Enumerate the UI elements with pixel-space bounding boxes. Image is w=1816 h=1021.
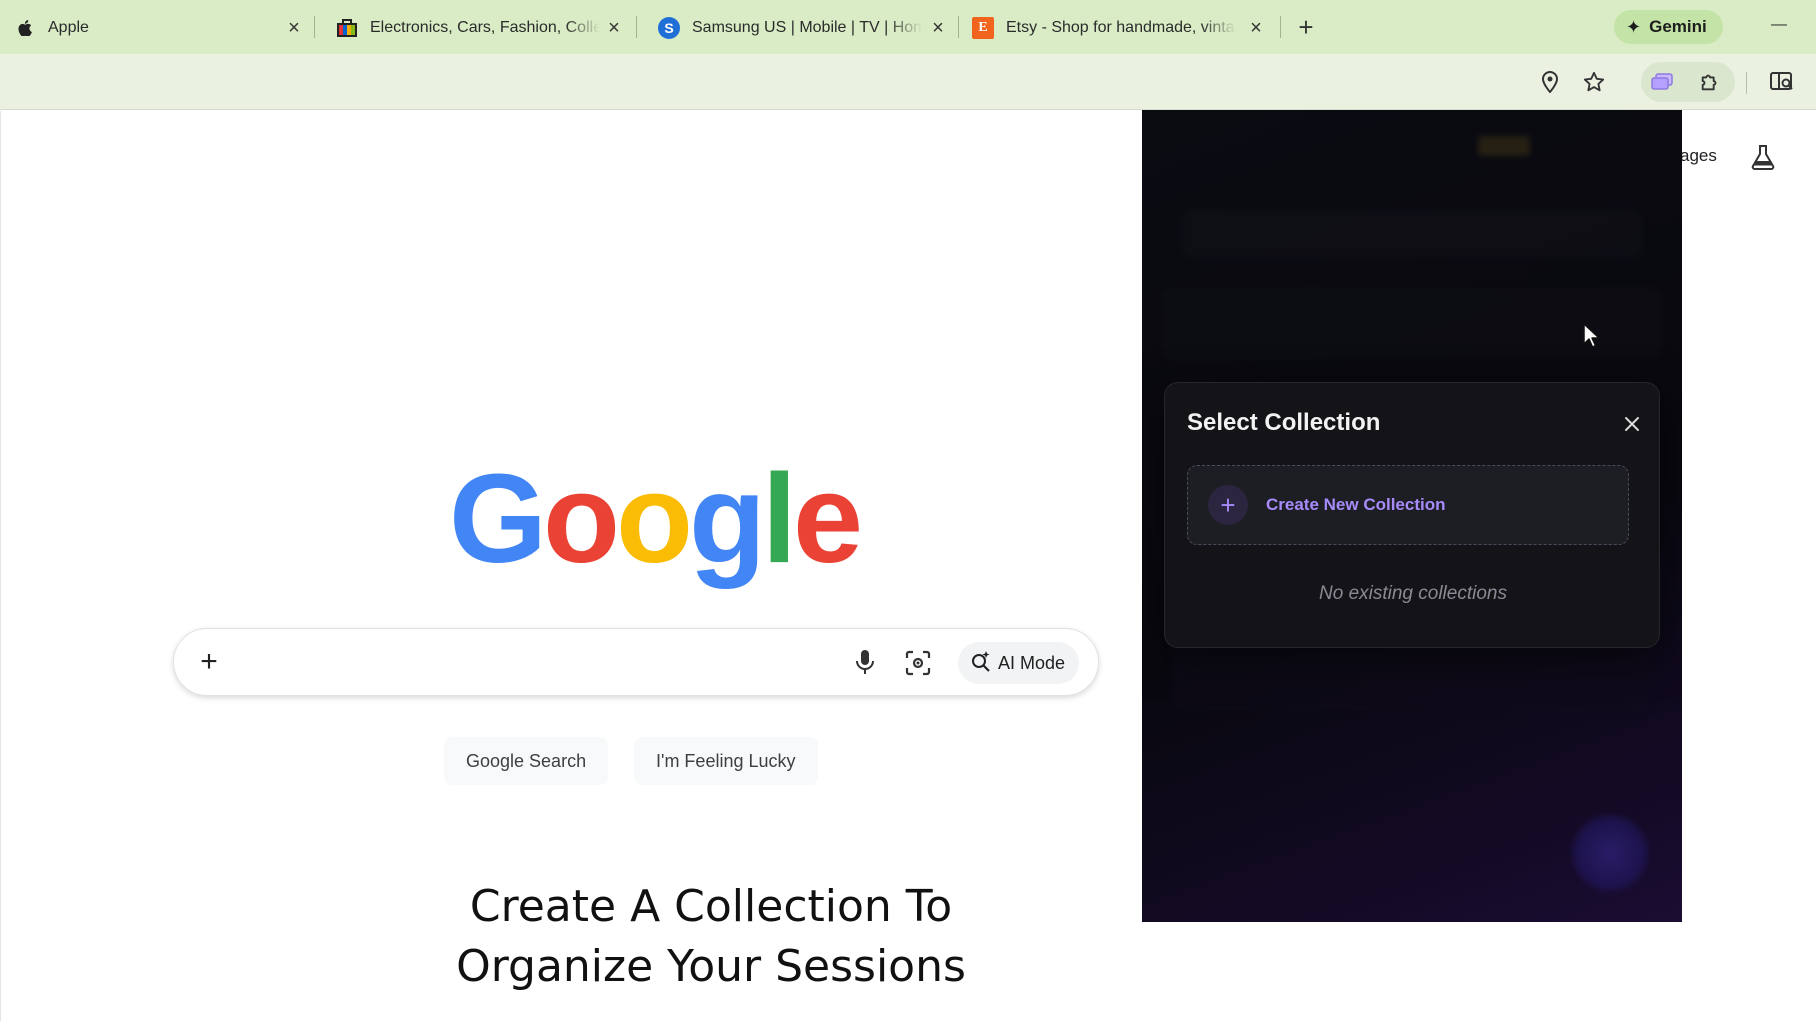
tab-title: Etsy - Shop for handmade, vintage, custo… xyxy=(1006,19,1236,36)
close-tab-icon[interactable]: × xyxy=(602,16,626,40)
ebay-bag-icon xyxy=(336,17,358,39)
blurred-badge xyxy=(1478,136,1530,156)
google-logo: Google xyxy=(449,448,863,589)
google-search-button[interactable]: Google Search xyxy=(444,737,609,785)
dialog-title: Select Collection xyxy=(1187,409,1381,436)
close-tab-icon[interactable]: × xyxy=(282,16,306,40)
tab-separator xyxy=(314,16,315,38)
gemini-spark-icon: ✦ xyxy=(1626,16,1642,37)
create-collection-label: Create New Collection xyxy=(1266,495,1446,514)
close-dialog-icon[interactable] xyxy=(1621,413,1643,435)
logo-letter: l xyxy=(761,448,797,589)
mouse-cursor-icon xyxy=(1582,322,1602,350)
tab-apple[interactable]: Apple × xyxy=(4,8,300,48)
caption-line-1: Create A Collection To xyxy=(469,881,953,932)
tab-title: Electronics, Cars, Fashion, Collectibles… xyxy=(370,19,600,36)
browser-toolbar xyxy=(0,54,1816,110)
caption-line-2: Organize Your Sessions xyxy=(456,941,966,992)
tab-samsung[interactable]: S Samsung US | Mobile | TV | Home Electr… xyxy=(648,8,944,48)
ai-search-sparkle-icon xyxy=(970,650,992,677)
location-pin-icon[interactable] xyxy=(1536,68,1564,96)
session-extension-icon[interactable] xyxy=(1648,68,1676,96)
add-attachment-icon[interactable]: + xyxy=(192,645,226,679)
create-new-collection-button[interactable]: + Create New Collection xyxy=(1187,465,1629,545)
tab-title: Apple xyxy=(48,19,89,36)
feeling-lucky-button[interactable]: I'm Feeling Lucky xyxy=(634,737,818,785)
close-tab-icon[interactable]: × xyxy=(926,16,950,40)
video-caption: Create A Collection To Organize Your Ses… xyxy=(411,877,1011,997)
images-link[interactable]: ages xyxy=(1680,146,1717,166)
blurred-search-field xyxy=(1182,210,1642,258)
tab-title: Samsung US | Mobile | TV | Home Electron… xyxy=(692,19,922,36)
ai-mode-button[interactable]: AI Mode xyxy=(958,642,1080,684)
logo-letter: e xyxy=(792,448,863,589)
extension-popup: Select Collection + Create New Collectio… xyxy=(1142,110,1682,922)
screen: Apple × Electronics, Cars, Fashion, Coll… xyxy=(0,0,1816,1021)
apple-logo-icon xyxy=(14,17,36,39)
logo-letter: o xyxy=(615,448,693,589)
close-tab-icon[interactable]: × xyxy=(1244,16,1268,40)
etsy-favicon-icon: E xyxy=(972,17,994,39)
new-tab-button[interactable]: + xyxy=(1291,12,1321,42)
bookmark-star-icon[interactable] xyxy=(1580,68,1608,96)
tab-etsy[interactable]: E Etsy - Shop for handmade, vintage, cus… xyxy=(962,8,1262,48)
minimize-window-icon[interactable]: — xyxy=(1768,14,1790,36)
toolbar-separator xyxy=(1746,72,1747,94)
logo-letter: o xyxy=(543,448,620,589)
blurred-session-row xyxy=(1172,640,1652,710)
microphone-icon[interactable] xyxy=(850,647,880,677)
puzzle-extensions-icon[interactable] xyxy=(1696,68,1724,96)
blurred-fab-button xyxy=(1572,815,1648,891)
tab-ebay[interactable]: Electronics, Cars, Fashion, Collectibles… xyxy=(326,8,620,48)
plus-icon: + xyxy=(1208,485,1248,525)
empty-collections-message: No existing collections xyxy=(1319,583,1507,604)
tab-separator xyxy=(1280,16,1281,38)
tab-strip: Apple × Electronics, Cars, Fashion, Coll… xyxy=(0,0,1816,54)
google-lens-camera-icon[interactable] xyxy=(902,647,934,679)
logo-letter: g xyxy=(688,448,766,589)
labs-flask-icon[interactable] xyxy=(1747,141,1779,173)
logo-letter: G xyxy=(449,448,547,589)
select-collection-dialog: Select Collection + Create New Collectio… xyxy=(1164,382,1660,648)
tab-separator xyxy=(636,16,637,38)
side-panel-search-icon[interactable] xyxy=(1768,68,1796,96)
tab-separator xyxy=(958,16,959,38)
gemini-button[interactable]: ✦ Gemini xyxy=(1614,10,1723,44)
samsung-favicon-icon: S xyxy=(658,17,680,39)
search-box[interactable]: + AI Mode xyxy=(173,628,1099,696)
